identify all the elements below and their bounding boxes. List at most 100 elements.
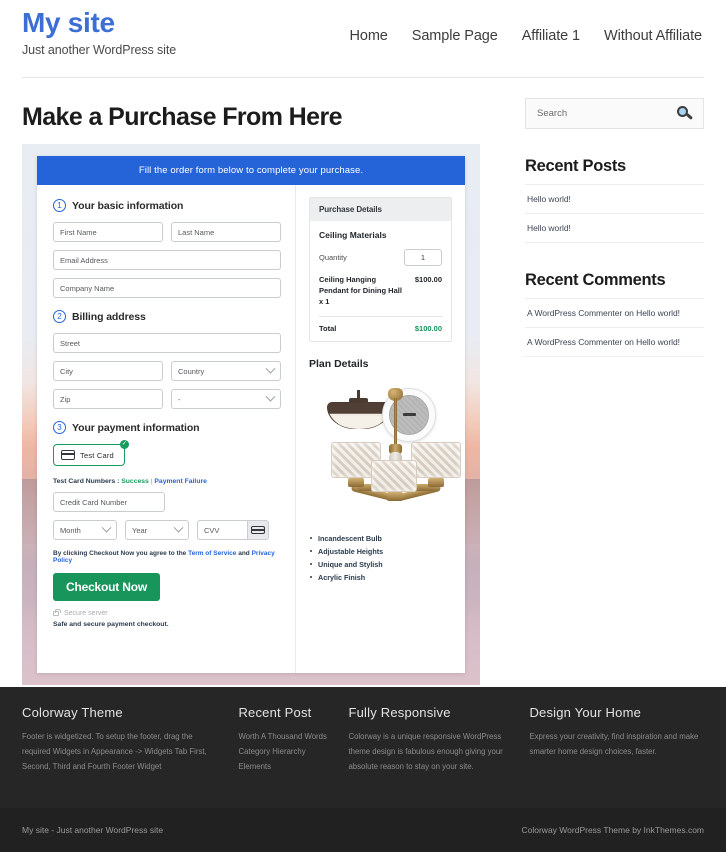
list-item: Incandescent Bulb (309, 532, 452, 545)
recent-posts-title: Recent Posts (525, 157, 626, 175)
footer-widget-text: Footer is widgetized. To setup the foote… (22, 732, 207, 772)
chevron-down-icon (265, 391, 276, 402)
first-name-input[interactable]: First Name (53, 222, 163, 242)
line-item-row: Ceiling Hanging Pendant for Dining Hall … (319, 275, 442, 317)
quantity-input[interactable]: 1 (404, 249, 442, 266)
nav-item-home[interactable]: Home (349, 28, 387, 44)
search-icon[interactable] (677, 106, 693, 122)
footer-widget-fully-responsive: Fully Responsive Colorway is a unique re… (348, 705, 529, 808)
footer-widget-title: Design Your Home (529, 705, 642, 720)
cvv-input[interactable]: CVV (197, 520, 247, 540)
footer-widget-text: Colorway is a unique responsive WordPres… (348, 732, 503, 772)
plan-feature-list: Incandescent Bulb Adjustable Heights Uni… (309, 532, 452, 584)
company-input[interactable]: Company Name (53, 278, 281, 298)
footer-widget-recent-post: Recent Post Worth A Thousand Words Categ… (238, 705, 348, 808)
nav-item-sample-page[interactable]: Sample Page (412, 28, 498, 44)
test-card-numbers: Test Card Numbers : Success | Payment Fa… (53, 478, 281, 485)
footer-widget-colorway-theme: Colorway Theme Footer is widgetized. To … (22, 705, 238, 808)
step-2-number: 2 (53, 310, 66, 323)
list-item[interactable]: Hello world! (525, 213, 704, 243)
recent-comment-link[interactable]: A WordPress Commenter on Hello world! (525, 299, 704, 327)
plan-details-heading: Plan Details (309, 357, 369, 370)
footer-widget-title: Fully Responsive (348, 705, 451, 720)
list-item[interactable]: Elements (238, 759, 332, 774)
cvv-help-button[interactable] (247, 520, 269, 540)
recent-posts-list: Hello world! Hello world! (525, 184, 704, 243)
total-value: $100.00 (414, 323, 442, 333)
site-title[interactable]: My site (22, 7, 176, 39)
list-item: Unique and Stylish (309, 558, 452, 571)
footer-widget-design-your-home: Design Your Home Express your creativity… (529, 705, 704, 808)
recent-comments-title: Recent Comments (525, 271, 666, 289)
site-branding[interactable]: My site Just another WordPress site (22, 0, 176, 57)
sidebar: Recent Posts Hello world! Hello world! R… (502, 78, 704, 685)
last-name-input[interactable]: Last Name (171, 222, 281, 242)
nav-item-affiliate-1[interactable]: Affiliate 1 (522, 28, 580, 44)
email-input[interactable]: Email Address (53, 250, 281, 270)
footer-widget-text: Express your creativity, find inspiratio… (529, 732, 699, 757)
step-1-title: Your basic information (72, 199, 184, 212)
recent-post-link[interactable]: Hello world! (525, 185, 704, 213)
step-3-title: Your payment information (72, 421, 200, 434)
recent-comments-list: A WordPress Commenter on Hello world! A … (525, 298, 704, 357)
credit-card-number-input[interactable]: Credit Card Number (53, 492, 165, 512)
terms-of-service-link[interactable]: Term of Service (188, 550, 236, 557)
test-card-success-link[interactable]: Success (121, 478, 149, 485)
expiry-month-select[interactable]: Month (53, 520, 117, 540)
expiry-year-value: Year (132, 525, 148, 535)
list-item[interactable]: A WordPress Commenter on Hello world! (525, 298, 704, 327)
list-item[interactable]: Category Hierarchy (238, 744, 332, 759)
footer-site-credit: My site - Just another WordPress site (22, 825, 164, 835)
quantity-row: Quantity 1 (319, 249, 442, 266)
test-card-numbers-prefix: Test Card Numbers : (53, 478, 120, 485)
site-header: My site Just another WordPress site Home… (0, 0, 726, 78)
street-input[interactable]: Street (53, 333, 281, 353)
country-select-value: Country (178, 366, 205, 376)
line-item-name: Ceiling Hanging Pendant for Dining Hall … (319, 275, 402, 306)
country-select[interactable]: Country (171, 361, 281, 381)
chandelier-image (331, 386, 461, 511)
page-content: Make a Purchase From Here Fill the order… (0, 78, 726, 685)
footer-widget-title: Colorway Theme (22, 705, 123, 720)
step-1-number: 1 (53, 199, 66, 212)
agreement-and: and (238, 550, 250, 557)
list-item: Acrylic Finish (309, 571, 452, 584)
test-card-failure-link[interactable]: Payment Failure (154, 478, 207, 485)
recent-post-link[interactable]: Hello world! (525, 214, 704, 242)
primary-navigation: Home Sample Page Affiliate 1 Without Aff… (349, 0, 704, 44)
footer-theme-credit[interactable]: Colorway WordPress Theme by InkThemes.co… (522, 825, 705, 835)
site-footer: Colorway Theme Footer is widgetized. To … (0, 687, 726, 808)
credit-card-icon (251, 526, 265, 534)
order-form-left-column: 1 Your basic information First Name Last… (37, 185, 296, 673)
payment-method-label: Test Card (80, 450, 114, 460)
list-item[interactable]: A WordPress Commenter on Hello world! (525, 327, 704, 357)
lock-icon (53, 609, 61, 616)
payment-method-test-card[interactable]: Test Card ✓ (53, 440, 129, 466)
line-item-price: $100.00 (414, 275, 442, 284)
list-item[interactable]: Worth A Thousand Words (238, 729, 332, 744)
check-icon: ✓ (119, 440, 129, 449)
recent-comment-link[interactable]: A WordPress Commenter on Hello world! (525, 328, 704, 356)
secure-server-row: Secure server (53, 609, 281, 617)
checkout-now-button[interactable]: Checkout Now (53, 573, 160, 601)
credit-card-icon (61, 450, 75, 460)
safe-checkout-note: Safe and secure payment checkout. (53, 621, 169, 628)
search-input[interactable] (537, 108, 692, 119)
nav-item-without-affiliate[interactable]: Without Affiliate (604, 28, 702, 44)
list-item[interactable]: Hello world! (525, 184, 704, 213)
step-1-heading: 1 Your basic information (53, 199, 281, 212)
purchase-details-panel: Purchase Details Ceiling Materials Quant… (309, 197, 452, 342)
test-card-separator: | (150, 478, 153, 485)
order-form-right-column: Purchase Details Ceiling Materials Quant… (296, 185, 465, 673)
zip-input[interactable]: Zip (53, 389, 163, 409)
expiry-year-select[interactable]: Year (125, 520, 189, 540)
step-3-heading: 3 Your payment information (53, 421, 281, 434)
state-select[interactable]: - (171, 389, 281, 409)
agreement-lead: By clicking Checkout Now you agree to th… (53, 550, 187, 557)
footer-widget-title: Recent Post (238, 705, 312, 720)
expiry-month-value: Month (60, 525, 81, 535)
city-input[interactable]: City (53, 361, 163, 381)
search-form (525, 98, 704, 129)
chevron-down-icon (101, 522, 112, 533)
footer-recent-post-list: Worth A Thousand Words Category Hierarch… (238, 729, 332, 775)
